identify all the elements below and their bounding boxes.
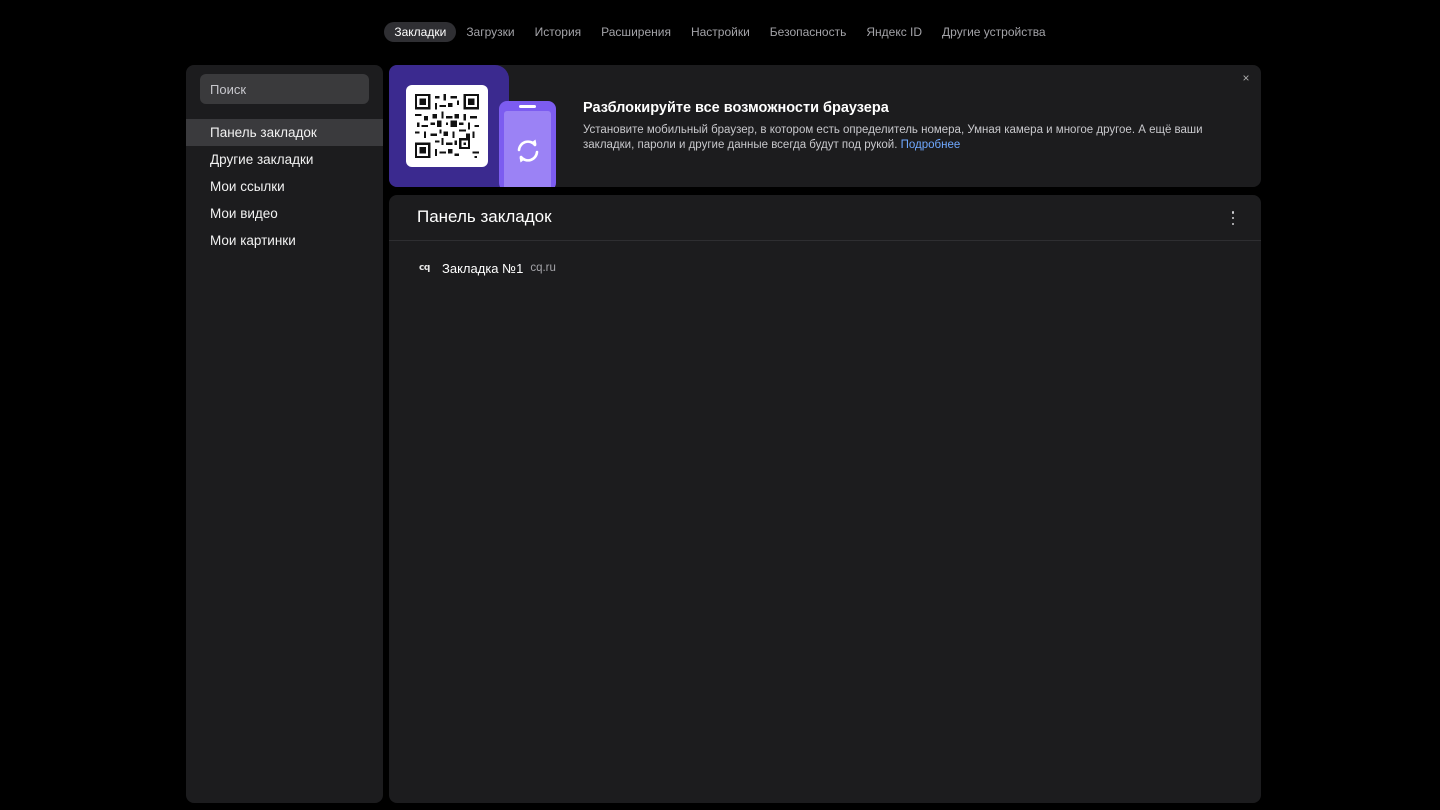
bookmarks-panel: Панель закладок cq Закладка №1 cq.ru — [389, 195, 1261, 803]
sidebar-list: Панель закладок Другие закладки Мои ссыл… — [186, 119, 383, 254]
page-title: Панель закладок — [417, 207, 552, 226]
tab-downloads[interactable]: Загрузки — [456, 22, 524, 42]
phone-illustration — [499, 101, 556, 187]
panel-header: Панель закладок — [389, 195, 1261, 241]
sidebar-item-other-bookmarks[interactable]: Другие закладки — [186, 146, 383, 173]
bookmark-item[interactable]: cq Закладка №1 cq.ru — [419, 259, 556, 277]
tab-security[interactable]: Безопасность — [760, 22, 857, 42]
tab-bookmarks[interactable]: Закладки — [384, 22, 457, 42]
search-input[interactable] — [200, 74, 369, 104]
phone-notch — [519, 105, 536, 108]
sidebar-item-my-links[interactable]: Мои ссылки — [186, 173, 383, 200]
phone-screen — [504, 111, 551, 187]
tab-history[interactable]: История — [525, 22, 592, 42]
top-navigation: Закладки Загрузки История Расширения Нас… — [0, 22, 1440, 42]
banner-description: Установите мобильный браузер, в котором … — [583, 123, 1243, 153]
tab-yandex-id[interactable]: Яндекс ID — [856, 22, 932, 42]
sidebar: Панель закладок Другие закладки Мои ссыл… — [186, 65, 383, 803]
banner-title: Разблокируйте все возможности браузера — [583, 100, 889, 116]
sidebar-item-my-images[interactable]: Мои картинки — [186, 227, 383, 254]
promo-art — [389, 65, 509, 187]
close-icon[interactable]: × — [1239, 71, 1253, 85]
bookmark-name: Закладка №1 — [442, 260, 524, 276]
favicon-icon: cq — [419, 263, 430, 273]
tab-other-devices[interactable]: Другие устройства — [932, 22, 1056, 42]
learn-more-link[interactable]: Подробнее — [901, 139, 961, 151]
bookmark-url: cq.ru — [530, 262, 556, 274]
sidebar-item-bookmarks-bar[interactable]: Панель закладок — [186, 119, 383, 146]
tab-settings[interactable]: Настройки — [681, 22, 760, 42]
sync-icon — [517, 139, 538, 163]
tab-extensions[interactable]: Расширения — [591, 22, 681, 42]
sidebar-item-my-videos[interactable]: Мои видео — [186, 200, 383, 227]
qr-code-icon — [406, 85, 488, 167]
banner-description-text: Установите мобильный браузер, в котором … — [583, 124, 1203, 151]
promo-banner: Разблокируйте все возможности браузера У… — [389, 65, 1261, 187]
more-options-icon[interactable] — [1225, 209, 1241, 227]
